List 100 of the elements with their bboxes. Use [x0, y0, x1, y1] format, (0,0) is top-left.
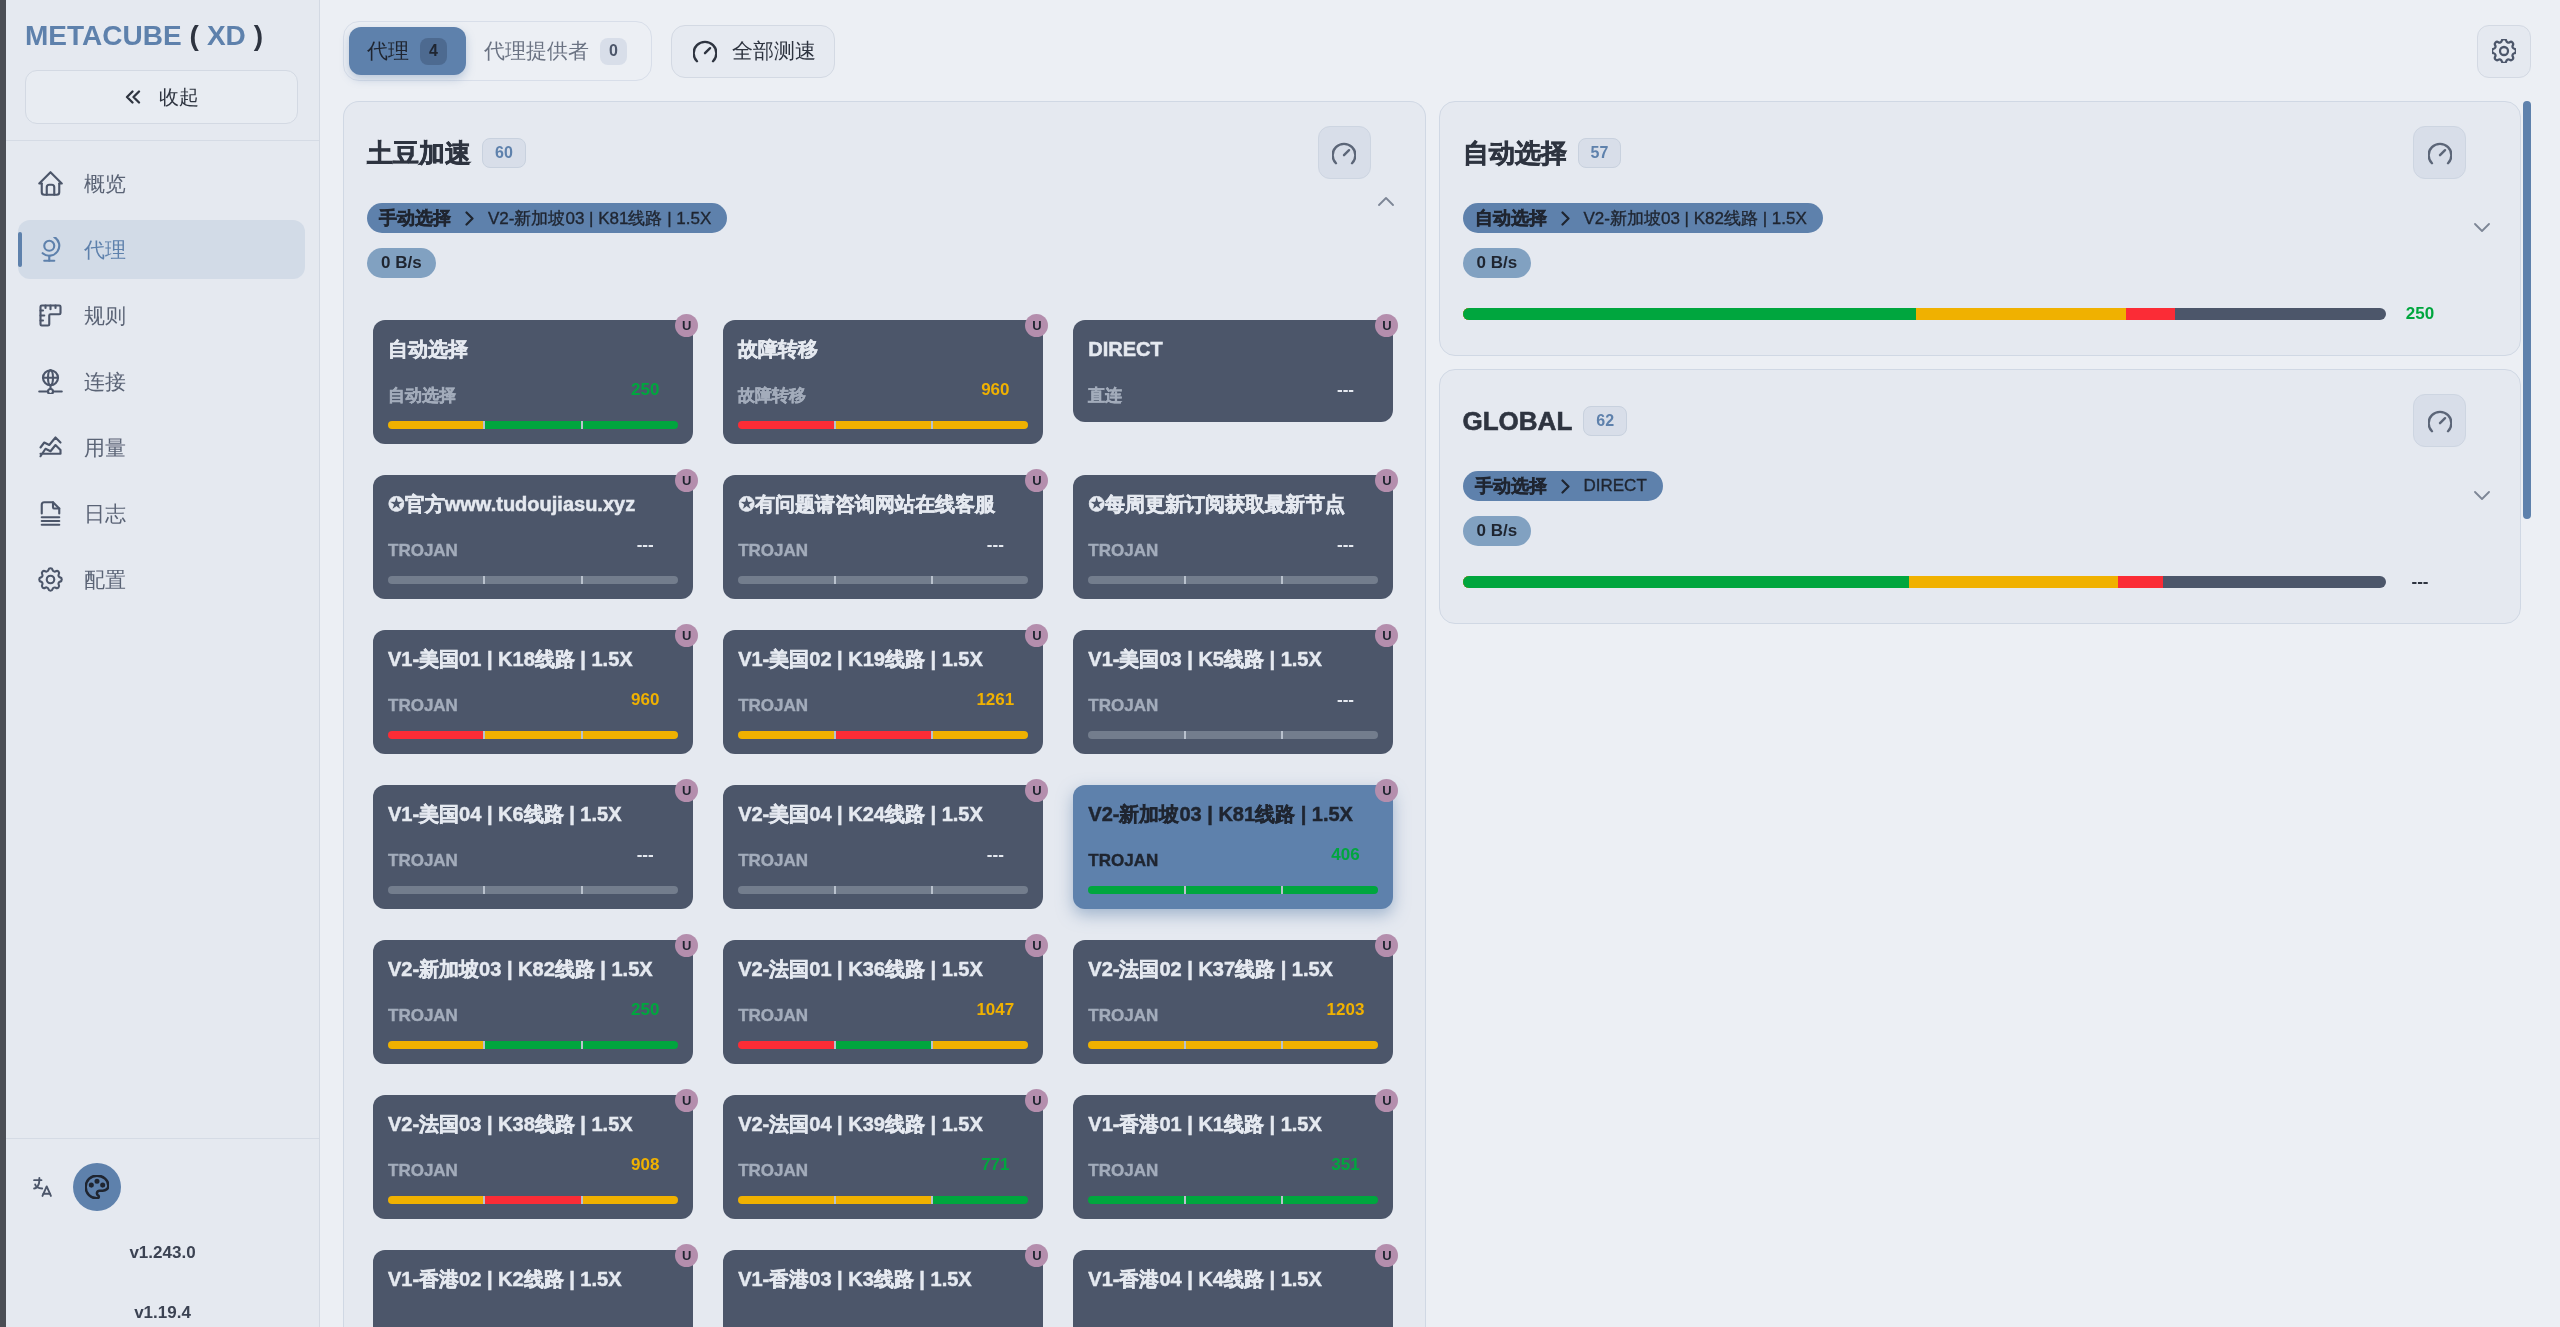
- proxy-type: TROJAN: [1088, 850, 1159, 872]
- proxy-name: V2-法国04 | K39线路 | 1.5X: [738, 1112, 984, 1137]
- card-badge: U: [1375, 934, 1399, 957]
- card-badge: U: [1025, 1244, 1049, 1267]
- proxy-name: 自动选择: [388, 337, 469, 362]
- proxy-count-badge: 57: [1577, 137, 1622, 168]
- speed-test-button[interactable]: [1317, 126, 1371, 179]
- proxy-name: V1-香港03 | K3线路 | 1.5X: [738, 1267, 973, 1292]
- proxy-type: TROJAN: [1088, 1160, 1159, 1182]
- proxy-type: 故障转移: [738, 385, 807, 407]
- proxy-name: V1-美国03 | K5线路 | 1.5X: [1088, 647, 1323, 672]
- proxy-name: V2-美国04 | K24线路 | 1.5X: [738, 802, 984, 827]
- card-badge: U: [1375, 624, 1399, 647]
- proxy-type: TROJAN: [388, 1005, 458, 1027]
- latency-value: ---: [635, 844, 655, 866]
- nav-item[interactable]: 日志: [18, 484, 305, 543]
- scrollbar-thumb[interactable]: [2523, 101, 2531, 519]
- logo-text: METACUBE: [25, 19, 182, 53]
- proxy-count-badge: 62: [1583, 405, 1628, 436]
- proxy-type: TROJAN: [738, 850, 809, 872]
- latency-value: 1203: [1325, 999, 1366, 1021]
- card-badge: U: [1025, 314, 1049, 337]
- nav-item[interactable]: 连接: [18, 352, 305, 411]
- proxy-type: 自动选择: [388, 385, 456, 407]
- network-icon: [38, 369, 63, 394]
- logo-text: XD: [206, 19, 246, 53]
- latency-value: ---: [635, 534, 655, 556]
- chevrons-left-icon: [124, 90, 141, 104]
- card-badge: U: [1025, 1089, 1049, 1112]
- card-badge: U: [1025, 469, 1049, 492]
- latency-value: ---: [2410, 572, 2430, 592]
- card-badge: U: [1025, 934, 1049, 957]
- card-badge: U: [675, 469, 699, 492]
- card-badge: U: [1375, 469, 1399, 492]
- chain-proxy-name: V2-新加坡03 | K82线路 | 1.5X: [1583, 207, 1807, 230]
- test-all-button[interactable]: 全部测速: [671, 24, 835, 78]
- chevron-down-icon[interactable]: [2473, 223, 2490, 232]
- version-label: v1.19.4: [134, 1303, 191, 1323]
- group-title: GLOBAL: [1462, 404, 1573, 438]
- proxy-name: V1-美国02 | K19线路 | 1.5X: [738, 647, 984, 672]
- card-badge: U: [1375, 1244, 1399, 1267]
- latency-value: 1047: [975, 999, 1016, 1021]
- card-badge: U: [1375, 1089, 1399, 1112]
- tab[interactable]: 代理提供者 0: [466, 27, 646, 75]
- translate-button[interactable]: [32, 1176, 53, 1198]
- proxy-name: V2-新加坡03 | K82线路 | 1.5X: [388, 957, 654, 982]
- translate-icon: [32, 1176, 53, 1198]
- tab-count-badge: 0: [600, 37, 627, 65]
- nav-item[interactable]: 规则: [18, 286, 305, 345]
- version-label: v1.243.0: [129, 1243, 196, 1263]
- group-title: 土豆加速: [367, 136, 471, 170]
- card-badge: U: [675, 314, 699, 337]
- proxy-name: ✪官方www.tudoujiasu.xyz: [388, 492, 637, 517]
- group-title: 自动选择: [1462, 136, 1567, 170]
- chevron-right-icon: [1560, 478, 1570, 494]
- proxy-name: V1-香港01 | K1线路 | 1.5X: [1088, 1112, 1323, 1137]
- tab[interactable]: 代理 4: [349, 27, 466, 75]
- proxy-name: V2-法国03 | K38线路 | 1.5X: [388, 1112, 634, 1137]
- proxy-type: TROJAN: [388, 1160, 458, 1182]
- proxy-name: V2-法国02 | K37线路 | 1.5X: [1088, 957, 1334, 982]
- latency-value: 960: [980, 379, 1011, 401]
- traffic-speed-badge: 0 B/s: [1462, 516, 1532, 546]
- home-icon: [38, 171, 63, 196]
- ruler-icon: [38, 303, 63, 328]
- latency-value: 960: [629, 689, 661, 711]
- card-badge: U: [675, 779, 699, 802]
- chevron-up-icon[interactable]: [1378, 197, 1394, 206]
- latency-value: 1261: [975, 689, 1016, 711]
- proxy-type: TROJAN: [388, 850, 458, 872]
- settings-button[interactable]: [2477, 24, 2531, 78]
- proxy-name: V1-香港02 | K2线路 | 1.5X: [388, 1267, 623, 1292]
- traffic-speed-badge: 0 B/s: [1462, 248, 1532, 278]
- nav-item[interactable]: 配置: [18, 550, 305, 609]
- gauge-icon: [2427, 140, 2452, 165]
- latency-value: 250: [2404, 304, 2436, 324]
- card-badge: U: [1375, 314, 1399, 337]
- latency-value: 351: [1330, 1154, 1361, 1176]
- proxy-count-badge: 60: [482, 137, 526, 168]
- chain-proxy-name: DIRECT: [1583, 476, 1647, 496]
- speed-test-button[interactable]: [2413, 394, 2466, 447]
- chain-group-name: 手动选择: [379, 207, 451, 230]
- palette-icon: [85, 1175, 109, 1199]
- proxy-name: V1-美国04 | K6线路 | 1.5X: [388, 802, 623, 827]
- latency-value: 406: [1330, 844, 1361, 866]
- nav-item[interactable]: 用量: [18, 418, 305, 477]
- latency-value: 250: [629, 999, 661, 1021]
- nav-item[interactable]: 概览: [18, 154, 305, 213]
- proxy-type: TROJAN: [738, 1160, 809, 1182]
- proxy-name: V2-法国01 | K36线路 | 1.5X: [738, 957, 984, 982]
- settings-icon: [2492, 39, 2516, 63]
- proxy-type: TROJAN: [388, 695, 458, 717]
- collapse-button[interactable]: 收起: [25, 70, 298, 124]
- card-badge: U: [675, 934, 699, 957]
- card-badge: U: [675, 1089, 699, 1112]
- speed-test-button[interactable]: [2413, 126, 2466, 179]
- chevron-down-icon[interactable]: [2473, 491, 2490, 500]
- theme-button[interactable]: [73, 1163, 121, 1211]
- chevron-right-icon: [465, 210, 474, 226]
- proxy-type: TROJAN: [1088, 1005, 1159, 1027]
- latency-value: 908: [629, 1154, 661, 1176]
